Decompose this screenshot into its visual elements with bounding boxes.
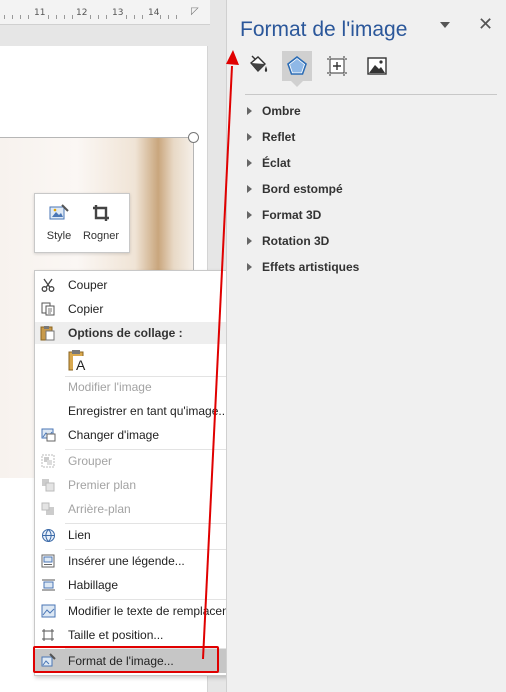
crop-button[interactable]: Rogner: [79, 202, 123, 242]
expand-arrow-icon: [247, 133, 252, 141]
style-label: Style: [46, 230, 72, 242]
ruler-number: 11: [34, 8, 46, 18]
image-border: [0, 137, 193, 138]
menu-item-label: Insérer une légende...: [68, 554, 185, 568]
crop-icon: [79, 202, 123, 224]
picture-style-icon: [37, 202, 81, 224]
menu-item-label: Modifier l'image: [68, 380, 152, 394]
expand-arrow-icon: [247, 263, 252, 271]
expand-arrow-icon: [247, 237, 252, 245]
change-picture-icon: [40, 427, 56, 443]
menu-item-label: Arrière-plan: [68, 502, 131, 516]
menu-item-label: Changer d'image: [68, 428, 160, 442]
caption-icon: [40, 553, 56, 569]
menu-item-label: Habillage: [68, 578, 119, 592]
tab-fill-line[interactable]: [243, 51, 273, 81]
horizontal-ruler: 11 12 13 14 15 ◸: [0, 0, 210, 25]
wrap-text-icon: [40, 577, 56, 593]
crop-label: Rogner: [82, 230, 120, 242]
expand-arrow-icon: [247, 185, 252, 193]
active-tab-indicator: [291, 81, 303, 87]
effects-icon: [287, 55, 307, 75]
section-label: Rotation 3D: [262, 234, 330, 248]
ruler-number: 14: [148, 8, 160, 18]
close-icon[interactable]: ✕: [478, 14, 493, 35]
menu-item-label: Grouper: [68, 454, 113, 468]
paste-keep-text-option[interactable]: A: [68, 349, 90, 373]
bring-forward-icon: [40, 477, 56, 493]
ruler-margin-marker[interactable]: ◸: [191, 6, 199, 17]
expand-arrow-icon: [247, 211, 252, 219]
pane-divider: [245, 94, 497, 95]
menu-item-label: Enregistrer en tant qu'image...: [68, 404, 229, 418]
tab-picture[interactable]: [362, 51, 392, 81]
document-area: 11 12 13 14 15 ◸ Style Rogner Co: [0, 0, 285, 692]
clipboard-icon: [40, 325, 55, 344]
group-icon: [40, 453, 56, 469]
size-position-icon: [40, 627, 56, 643]
section-label: Format 3D: [262, 208, 322, 222]
layout-properties-icon: [327, 56, 347, 76]
paste-picture-icon: A: [68, 350, 88, 373]
highlight-box: [33, 646, 219, 673]
section-label: Ombre: [262, 104, 301, 118]
section-label: Bord estompé: [262, 182, 343, 196]
menu-item-label: Premier plan: [68, 478, 137, 492]
tab-effects[interactable]: [282, 51, 312, 81]
resize-handle[interactable]: [188, 132, 199, 143]
menu-item-label: Lien: [68, 528, 91, 542]
section-label: Éclat: [262, 156, 291, 170]
svg-text:A: A: [76, 357, 86, 373]
menu-item-label: Taille et position...: [68, 628, 164, 642]
pane-title: Format de l'image: [240, 18, 408, 41]
scissors-icon: [40, 277, 56, 293]
link-icon: [40, 527, 56, 543]
send-backward-icon: [40, 501, 56, 517]
alt-text-icon: [40, 603, 56, 619]
fill-line-icon: [250, 55, 268, 73]
mini-toolbar: Style Rogner: [34, 193, 130, 253]
expand-arrow-icon: [247, 107, 252, 115]
format-picture-pane: Format de l'image ✕ Ombre Reflet Éclat B…: [226, 0, 506, 692]
tab-layout-properties[interactable]: [322, 51, 352, 81]
ruler-number: 13: [112, 8, 124, 18]
style-button[interactable]: Style: [37, 202, 81, 242]
picture-icon: [367, 57, 387, 75]
menu-item-label: Couper: [68, 278, 108, 292]
copy-icon: [40, 301, 56, 317]
pane-options-dropdown-icon[interactable]: [440, 22, 450, 28]
menu-item-label: Copier: [68, 302, 104, 316]
paste-options-label: Options de collage :: [68, 326, 183, 340]
expand-arrow-icon: [247, 159, 252, 167]
section-label: Effets artistiques: [262, 260, 360, 274]
ruler-number: 12: [76, 8, 88, 18]
section-label: Reflet: [262, 130, 296, 144]
